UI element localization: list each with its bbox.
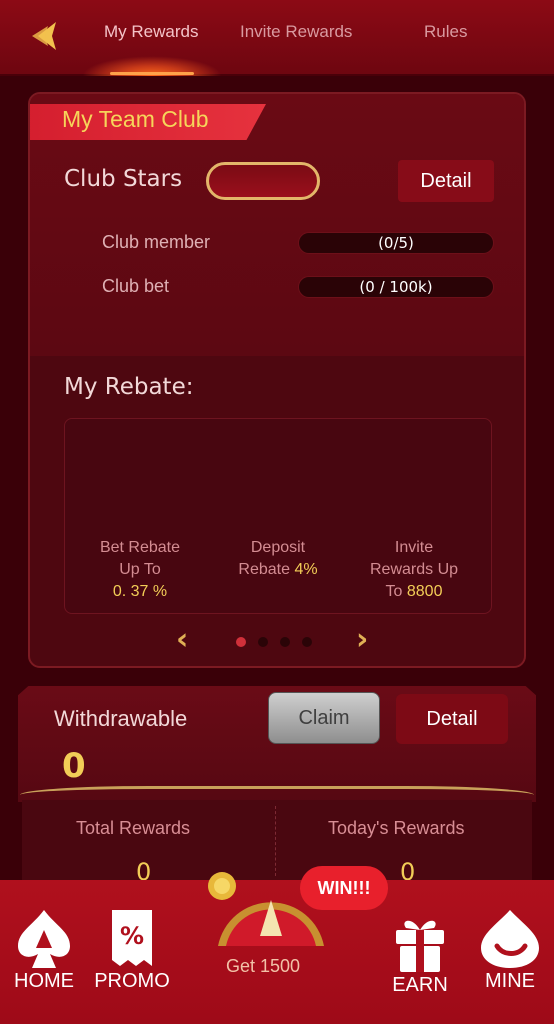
rebate-item-value: 4% <box>294 561 318 578</box>
nav-home-label: HOME <box>14 970 74 992</box>
nav-promo[interactable]: % PROMO <box>94 908 170 993</box>
club-title: My Team Club <box>62 106 209 132</box>
rebate-item-deposit: Deposit Rebate 4% <box>213 537 343 581</box>
nav-earn[interactable]: EARN <box>390 912 450 997</box>
club-stars-indicator <box>206 162 320 200</box>
todays-rewards-label: Today's Rewards <box>328 818 465 838</box>
total-rewards-label: Total Rewards <box>76 818 191 838</box>
chevron-right-icon[interactable]: › <box>356 622 368 657</box>
club-detail-button[interactable]: Detail <box>398 160 494 202</box>
nav-earn-label: EARN <box>392 974 448 996</box>
rebate-item-value: 0. 37 % <box>112 583 168 600</box>
club-bet-label: Club bet <box>102 276 170 296</box>
spade-icon <box>18 910 70 968</box>
nav-home[interactable]: HOME <box>12 908 76 993</box>
tab-rules[interactable]: Rules <box>424 22 467 42</box>
wheel-get-label: Get 1500 <box>226 956 301 976</box>
rebate-item-label: Bet Rebate <box>99 539 181 556</box>
rebate-item-label: Invite <box>394 539 434 556</box>
withdrawable-label: Withdrawable <box>54 706 188 731</box>
tab-invite-rewards[interactable]: Invite Rewards <box>240 22 352 42</box>
gift-icon <box>396 920 444 972</box>
rebate-item-bet: Bet Rebate Up To 0. 37 % <box>75 537 205 603</box>
claim-button[interactable]: Claim <box>268 692 380 744</box>
rebate-item-label: Rebate 4% <box>238 561 318 578</box>
chevron-left-icon[interactable]: ‹ <box>176 622 188 657</box>
carousel-dot[interactable] <box>258 637 268 647</box>
win-badge[interactable]: WIN!!! <box>300 866 388 910</box>
svg-text:%: % <box>120 922 144 950</box>
back-icon[interactable] <box>26 16 66 56</box>
totals-divider <box>275 806 276 876</box>
carousel-dot[interactable] <box>302 637 312 647</box>
carousel-dots <box>236 632 324 651</box>
club-bet-progress: (0 / 100k) <box>298 276 494 298</box>
smile-drop-icon <box>481 910 539 968</box>
rebate-item-label: Rewards Up <box>369 561 459 578</box>
top-nav-bar: My Rewards Invite Rewards Rules <box>0 0 554 76</box>
withdrawable-value: 0 <box>62 746 86 786</box>
withdraw-detail-button[interactable]: Detail <box>396 694 508 744</box>
rebate-item-label: Up To <box>119 561 161 578</box>
active-tab-underline <box>110 72 194 75</box>
tab-my-rewards[interactable]: My Rewards <box>104 22 198 42</box>
rebate-item-label: To 8800 <box>385 583 443 600</box>
rebate-title: My Rebate: <box>64 374 194 400</box>
nav-mine[interactable]: MINE <box>474 908 546 993</box>
nav-mine-label: MINE <box>485 970 535 992</box>
carousel-dot[interactable] <box>236 637 246 647</box>
club-stars-label: Club Stars <box>64 166 183 192</box>
rebate-card[interactable]: Bet Rebate Up To 0. 37 % Deposit Rebate … <box>64 418 492 614</box>
rebate-item-label: Deposit <box>250 539 306 556</box>
rebate-item-invite: Invite Rewards Up To 8800 <box>349 537 479 603</box>
percent-ticket-icon: % <box>112 910 152 966</box>
team-club-panel: My Team Club Club Stars Detail Club memb… <box>28 92 526 668</box>
club-member-label: Club member <box>102 232 211 252</box>
carousel-dot[interactable] <box>280 637 290 647</box>
nav-promo-label: PROMO <box>94 970 170 992</box>
club-member-progress: (0/5) <box>298 232 494 254</box>
rebate-item-value: 8800 <box>406 583 443 600</box>
